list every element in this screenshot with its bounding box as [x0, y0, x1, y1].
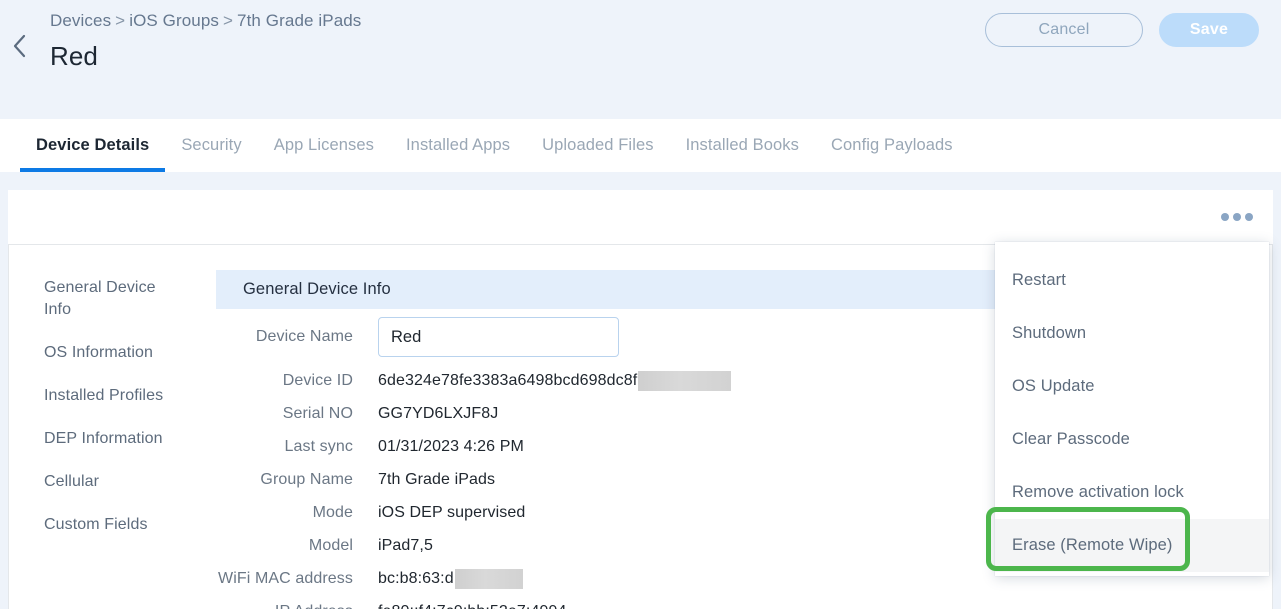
field-value-wifi-mac-address: bc:b8:63:d	[378, 568, 523, 589]
tab-config-payloads[interactable]: Config Payloads	[815, 119, 969, 172]
breadcrumb-item-devices[interactable]: Devices	[50, 11, 111, 30]
device-details-page: Devices > iOS Groups >7th Grade iPads Red C…	[0, 0, 1281, 609]
field-value-text: 7th Grade iPads	[378, 470, 496, 488]
field-label-ip-address: IP Address	[196, 603, 353, 609]
three-dots-horizontal-icon[interactable]	[1217, 204, 1257, 230]
field-value-text: GG7YD6LXJF8J	[378, 404, 499, 422]
menu-item-shutdown[interactable]: Shutdown	[995, 307, 1269, 360]
breadcrumb-separator: >	[115, 11, 126, 30]
dot	[1245, 213, 1253, 221]
field-value-text: 6de324e78fe3383a6498bcd698dc8f	[378, 371, 638, 389]
field-value-last-sync: 01/31/2023 4:26 PM	[378, 438, 524, 456]
sidebar-item-general-device-info[interactable]: General Device Info	[9, 277, 196, 321]
menu-item-clear-passcode[interactable]: Clear Passcode	[995, 413, 1269, 466]
field-label-group-name: Group Name	[260, 470, 353, 488]
breadcrumb: Devices > iOS Groups >7th Grade iPads	[50, 11, 361, 31]
tab-uploaded-files[interactable]: Uploaded Files	[526, 119, 669, 172]
field-label-serial-no: Serial NO	[282, 404, 353, 422]
field-value-ip-address: fe80::f4:7c9:bb:52e7:4994	[378, 603, 566, 609]
field-row: IP Address fe80::f4:7c9:bb:52e7:4994	[196, 595, 1272, 609]
field-value-model: iPad7,5	[378, 537, 433, 555]
field-label-wifi-mac-address: WiFi MAC address	[218, 569, 353, 587]
redacted-value-block	[454, 568, 523, 589]
field-value-text: bc:b8:63:d	[378, 569, 454, 587]
back-button[interactable]	[6, 32, 34, 60]
tab-installed-books[interactable]: Installed Books	[670, 119, 815, 172]
device-name-input[interactable]	[378, 317, 619, 357]
menu-item-restart[interactable]: Restart	[995, 254, 1269, 307]
field-label-mode: Mode	[312, 503, 353, 521]
save-button[interactable]: Save	[1159, 13, 1259, 47]
section-sidebar: General Device Info OS Information Install…	[9, 245, 196, 557]
actions-dropdown-menu[interactable]: Restart Shutdown OS Update Clear Passcode Re…	[995, 242, 1269, 576]
field-value-device-id: 6de324e78fe3383a6498bcd698dc8f	[378, 370, 732, 391]
breadcrumb-item-7th-grade-ipads[interactable]: 7th Grade iPads	[237, 11, 361, 30]
tab-device-details[interactable]: Device Details	[20, 119, 166, 172]
page-title: Red	[50, 41, 98, 71]
page-header: Devices > iOS Groups >7th Grade iPads Red C…	[0, 0, 1281, 120]
tab-app-licenses[interactable]: App Licenses	[258, 119, 390, 172]
field-label-device-id: Device ID	[282, 371, 353, 389]
tab-bar: Device Details Security App Licenses Instal…	[0, 119, 1281, 172]
sidebar-item-custom-fields[interactable]: Custom Fields	[9, 514, 196, 536]
actions-toolbar	[8, 190, 1273, 244]
menu-item-os-update[interactable]: OS Update	[995, 360, 1269, 413]
field-value-mode: iOS DEP supervised	[378, 504, 525, 522]
field-value-serial-no: GG7YD6LXJF8J	[378, 405, 498, 423]
field-label-last-sync: Last sync	[284, 437, 353, 455]
header-actions: Cancel Save	[985, 13, 1259, 47]
field-value-group-name: 7th Grade iPads	[378, 471, 495, 489]
sidebar-item-dep-information[interactable]: DEP Information	[9, 428, 196, 450]
breadcrumb-item-ios-groups[interactable]: iOS Groups	[129, 11, 219, 30]
field-value-text: 01/31/2023 4:26 PM	[378, 437, 524, 455]
field-value-text: iPad7,5	[378, 536, 433, 554]
menu-item-erase-remote-wipe[interactable]: Erase (Remote Wipe)	[995, 519, 1269, 572]
breadcrumb-separator: >	[223, 11, 234, 30]
tab-installed-apps[interactable]: Installed Apps	[390, 119, 526, 172]
field-label-device-name: Device Name	[255, 328, 353, 345]
cancel-button[interactable]: Cancel	[985, 13, 1143, 47]
chevron-left-icon	[12, 33, 28, 59]
field-label-model: Model	[308, 536, 353, 554]
dot	[1233, 213, 1241, 221]
sidebar-item-installed-profiles[interactable]: Installed Profiles	[9, 385, 196, 407]
dot	[1221, 213, 1229, 221]
field-value-text: iOS DEP supervised	[378, 503, 526, 521]
menu-item-remove-activation-lock[interactable]: Remove activation lock	[995, 466, 1269, 519]
sidebar-item-os-information[interactable]: OS Information	[9, 342, 196, 364]
tab-security[interactable]: Security	[165, 119, 257, 172]
redacted-value-block	[638, 370, 732, 391]
field-value-text: fe80::f4:7c9:bb:52e7:4994	[378, 603, 566, 609]
sidebar-item-cellular[interactable]: Cellular	[9, 471, 196, 493]
